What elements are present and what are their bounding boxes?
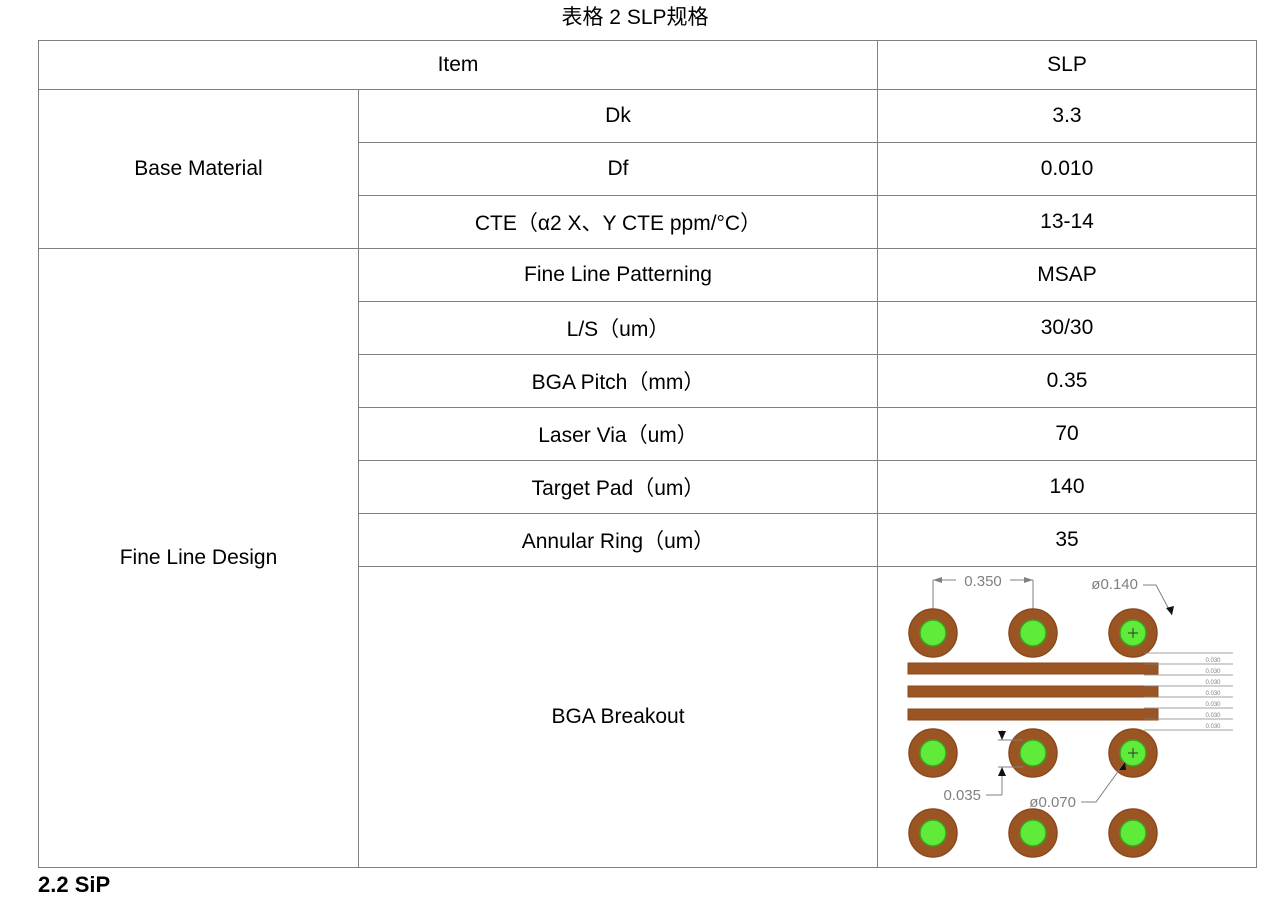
group-label-base-material: Base Material bbox=[38, 89, 359, 249]
table-row: Fine Line Design Fine Line Patterning MS… bbox=[38, 248, 1257, 868]
bga-pad bbox=[908, 728, 958, 778]
item-value-annular-ring: 35 bbox=[877, 513, 1257, 567]
item-value-dk: 3.3 bbox=[877, 89, 1257, 143]
dimension-label-trace-spacing: 0.030 bbox=[1205, 658, 1221, 664]
routing-traces bbox=[907, 662, 1159, 721]
slp-spec-table: Item SLP Base Material Dk 3.3 Df 0.010 C… bbox=[38, 40, 1257, 868]
dimension-label-trace-spacing: 0.030 bbox=[1205, 691, 1221, 697]
dimension-label-trace-spacing: 0.030 bbox=[1205, 713, 1221, 719]
dimension-label-laser-via-diameter: ø0.070 bbox=[1029, 794, 1076, 811]
table-header-row: Item SLP bbox=[38, 40, 1257, 90]
item-value-df: 0.010 bbox=[877, 142, 1257, 196]
bga-breakout-svg: 0.350 ø0.140 0.030 0.030 0.030 0.030 0.0… bbox=[907, 573, 1233, 858]
bga-pad bbox=[1008, 608, 1058, 658]
item-value-bga-pitch: 0.35 bbox=[877, 354, 1257, 408]
dimension-label-trace-spacing: 0.030 bbox=[1205, 702, 1221, 708]
item-value-cte: 13-14 bbox=[877, 195, 1257, 249]
table-row: Base Material Dk 3.3 bbox=[38, 89, 1257, 249]
bga-pad bbox=[1008, 728, 1058, 778]
item-value-ls: 30/30 bbox=[877, 301, 1257, 355]
dimension-label-target-pad-diameter: ø0.140 bbox=[1091, 576, 1138, 593]
dimension-label-pitch: 0.350 bbox=[964, 573, 1002, 590]
bga-pad bbox=[1108, 608, 1158, 658]
item-label-annular-ring: Annular Ring（um） bbox=[358, 513, 878, 567]
bga-pad bbox=[1108, 728, 1158, 778]
dimension-label-trace-spacing: 0.030 bbox=[1205, 724, 1221, 730]
item-value-target-pad: 140 bbox=[877, 460, 1257, 514]
item-label-fine-line-patterning: Fine Line Patterning bbox=[358, 248, 878, 302]
page-title: 表格 2 SLP规格 bbox=[561, 6, 709, 29]
item-label-target-pad: Target Pad（um） bbox=[358, 460, 878, 514]
pad-row-bottom bbox=[908, 808, 1158, 858]
dimension-label-trace-spacing: 0.030 bbox=[1205, 669, 1221, 675]
header-cell-item: Item bbox=[38, 40, 878, 90]
item-label-laser-via: Laser Via（um） bbox=[358, 407, 878, 461]
bga-pad bbox=[908, 808, 958, 858]
bga-pad bbox=[1008, 808, 1058, 858]
item-label-dk: Dk bbox=[358, 89, 878, 143]
item-label-df: Df bbox=[358, 142, 878, 196]
bga-breakout-cell: 0.350 ø0.140 0.030 0.030 0.030 0.030 0.0… bbox=[877, 566, 1257, 868]
dimension-label-annular-ring: 0.035 bbox=[943, 787, 981, 804]
bga-breakout-diagram: 0.350 ø0.140 0.030 0.030 0.030 0.030 0.0… bbox=[878, 567, 1257, 867]
item-label-bga-pitch: BGA Pitch（mm） bbox=[358, 354, 878, 408]
item-label-cte: CTE（α2 X、Y CTE ppm/°C） bbox=[358, 195, 878, 249]
item-value-laser-via: 70 bbox=[877, 407, 1257, 461]
header-cell-value: SLP bbox=[877, 40, 1257, 90]
item-label-bga-breakout: BGA Breakout bbox=[358, 566, 878, 868]
item-label-ls: L/S（um） bbox=[358, 301, 878, 355]
item-value-fine-line-patterning: MSAP bbox=[877, 248, 1257, 302]
section-heading-sip: 2.2 SiP bbox=[38, 872, 111, 897]
bga-pad bbox=[1108, 808, 1158, 858]
dimension-annular-ring: 0.035 bbox=[943, 730, 1023, 804]
dimension-label-trace-spacing: 0.030 bbox=[1205, 680, 1221, 686]
bga-pad bbox=[908, 608, 958, 658]
group-label-fine-line-design: Fine Line Design bbox=[38, 248, 359, 868]
pad-row-top bbox=[908, 608, 1158, 658]
